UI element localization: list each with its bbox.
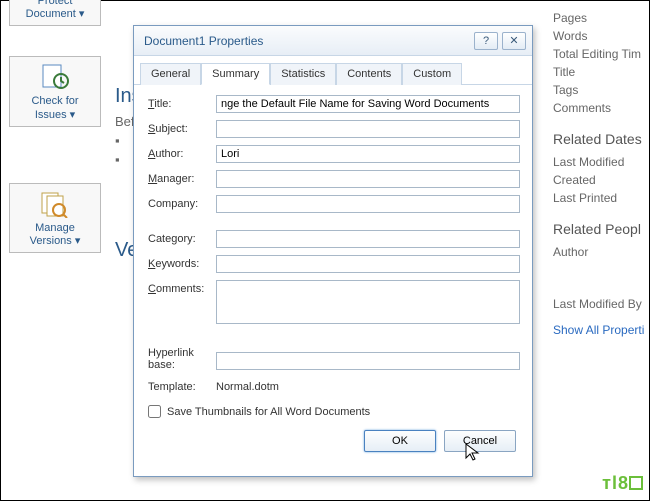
protect-label-b: Document ▾ xyxy=(26,8,85,20)
save-thumbnails-checkbox[interactable] xyxy=(148,405,161,418)
check-issues-icon xyxy=(39,63,71,91)
section-related-dates: Related Dates xyxy=(553,131,649,147)
prop-comments: Comments xyxy=(553,101,649,115)
category-label: Category: xyxy=(148,230,216,245)
summary-form: Title: Subject: Author: Manager: Company… xyxy=(134,85,532,462)
tab-general[interactable]: General xyxy=(140,63,201,85)
comments-input[interactable] xyxy=(216,280,520,324)
manager-label: Manager: xyxy=(148,170,216,185)
prop-created: Created xyxy=(553,173,649,187)
subject-input[interactable] xyxy=(216,120,520,138)
save-thumbnails-label: Save Thumbnails for All Word Documents xyxy=(167,406,370,418)
help-icon: ? xyxy=(483,35,489,47)
prop-title: Title xyxy=(553,65,649,79)
title-label: Title: xyxy=(148,95,216,110)
author-input[interactable] xyxy=(216,145,520,163)
manage-versions-icon xyxy=(39,190,71,218)
author-label: Author: xyxy=(148,145,216,160)
protect-document-button[interactable]: Protect Document ▾ xyxy=(9,0,101,26)
prop-last-printed: Last Printed xyxy=(553,191,649,205)
hyperlink-input[interactable] xyxy=(216,352,520,370)
manager-input[interactable] xyxy=(216,170,520,188)
prop-pages: Pages xyxy=(553,11,649,25)
help-button[interactable]: ? xyxy=(474,32,498,50)
company-input[interactable] xyxy=(216,195,520,213)
section-related-people: Related Peopl xyxy=(553,221,649,237)
tab-statistics[interactable]: Statistics xyxy=(270,63,336,85)
subject-label: Subject: xyxy=(148,120,216,135)
protect-label-a: Protect xyxy=(38,0,73,7)
show-all-properties-link[interactable]: Show All Properti xyxy=(553,323,649,337)
dialog-tabs: General Summary Statistics Contents Cust… xyxy=(134,56,532,85)
prop-tags: Tags xyxy=(553,83,649,97)
close-button[interactable]: ✕ xyxy=(502,32,526,50)
template-value: Normal.dotm xyxy=(216,378,279,393)
manage-label-b: Versions ▾ xyxy=(30,235,81,247)
close-icon: ✕ xyxy=(509,34,518,47)
dialog-titlebar[interactable]: Document1 Properties ? ✕ xyxy=(134,26,532,56)
title-input[interactable] xyxy=(216,95,520,113)
manage-versions-button[interactable]: Manage Versions ▾ xyxy=(9,183,101,253)
watermark-logo: тl8 xyxy=(602,473,643,494)
properties-dialog: Document1 Properties ? ✕ General Summary… xyxy=(133,25,533,477)
prop-words: Words xyxy=(553,29,649,43)
manage-label-a: Manage xyxy=(35,222,75,234)
dialog-title: Document1 Properties xyxy=(144,34,470,48)
cancel-button[interactable]: Cancel xyxy=(444,430,516,452)
check-label-a: Check for xyxy=(31,95,78,107)
check-for-issues-button[interactable]: Check for Issues ▾ xyxy=(9,56,101,126)
keywords-label: Keywords: xyxy=(148,255,216,270)
properties-sidebar: Pages Words Total Editing Tim Title Tags… xyxy=(549,7,649,341)
prop-editing-time: Total Editing Tim xyxy=(553,47,649,61)
keywords-input[interactable] xyxy=(216,255,520,273)
prop-author: Author xyxy=(553,245,649,259)
prop-last-modified-by: Last Modified By xyxy=(553,297,649,311)
tab-custom[interactable]: Custom xyxy=(402,63,462,85)
tab-summary[interactable]: Summary xyxy=(201,63,270,85)
comments-label: Comments: xyxy=(148,280,216,295)
check-label-b: Issues ▾ xyxy=(35,109,75,121)
ok-button[interactable]: OK xyxy=(364,430,436,452)
company-label: Company: xyxy=(148,195,216,210)
prop-last-modified: Last Modified xyxy=(553,155,649,169)
hyperlink-label: Hyperlink base: xyxy=(148,344,216,371)
category-input[interactable] xyxy=(216,230,520,248)
template-label: Template: xyxy=(148,378,216,393)
tab-contents[interactable]: Contents xyxy=(336,63,402,85)
